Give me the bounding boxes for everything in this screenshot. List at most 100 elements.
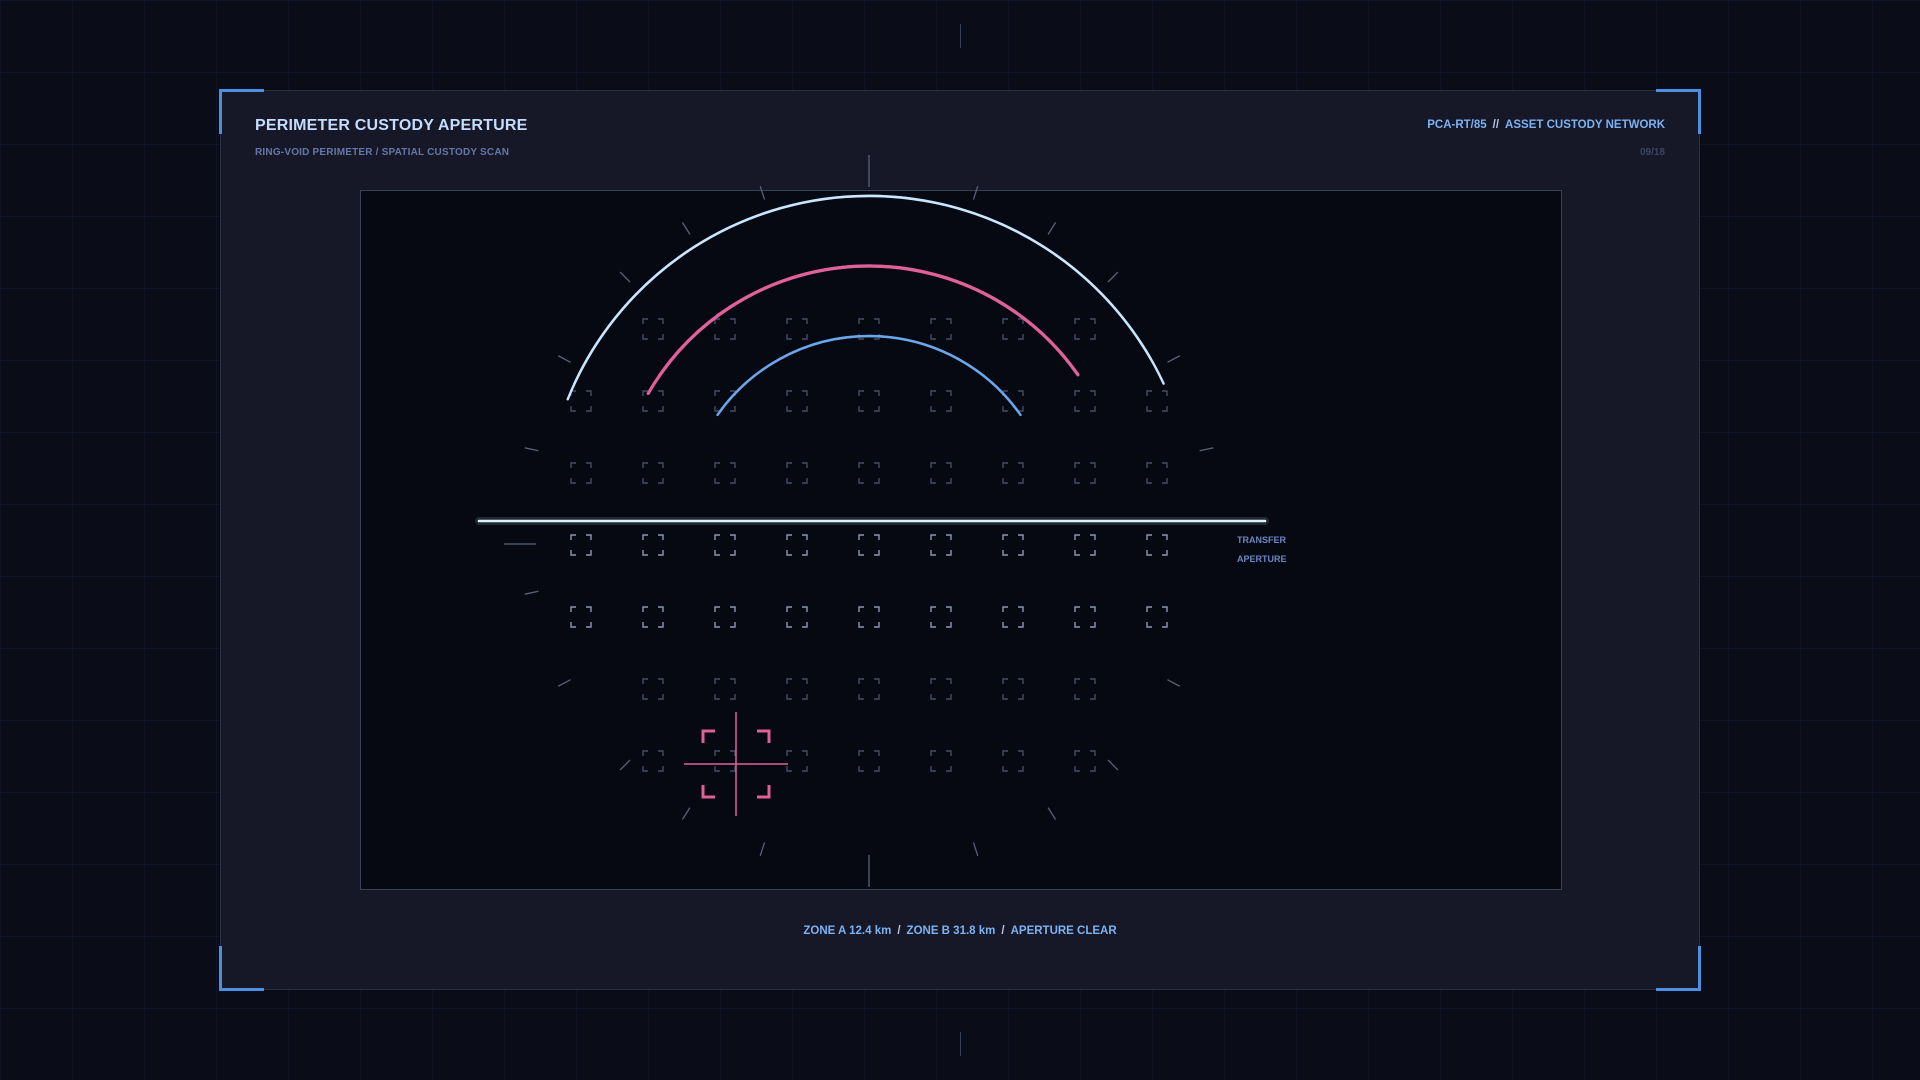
background-grid: PERIMETER CUSTODY APERTURE RING-VOID PER… [0, 0, 1920, 1080]
grid-marker-bracket [642, 750, 664, 772]
corner-bracket-bottom-left [219, 946, 264, 991]
grid-marker-bracket [930, 678, 952, 700]
grid-marker-bracket [714, 390, 736, 412]
middle-ring-lower-arc [646, 264, 1080, 396]
grid-marker-bracket [1002, 318, 1024, 340]
grid-marker-bracket [642, 606, 664, 628]
footer-separator-2: / [1001, 925, 1005, 937]
grid-marker-bracket [858, 750, 880, 772]
grid-marker-bracket [1146, 390, 1168, 412]
outer-ring-tick [1047, 807, 1057, 820]
outer-ring-tick [619, 759, 631, 771]
outer-ring-tick [759, 186, 766, 200]
grid-marker-bracket [1002, 606, 1024, 628]
outer-ring-tick [524, 447, 539, 452]
grid-marker-bracket [858, 390, 880, 412]
outer-ring-tick [1199, 447, 1214, 452]
grid-marker-bracket [714, 318, 736, 340]
grid-marker-bracket [714, 606, 736, 628]
grid-marker-bracket [570, 606, 592, 628]
grid-marker-bracket [1002, 534, 1024, 556]
ring-diagram [475, 155, 1269, 887]
top-center-tick [960, 24, 961, 48]
grid-marker-bracket [1074, 678, 1096, 700]
grid-marker-bracket [714, 750, 736, 772]
outer-ring-tick [681, 807, 691, 820]
grid-marker-bracket [1146, 534, 1168, 556]
zone-a-readout: ZONE A 12.4 km [803, 925, 892, 937]
grid-marker-bracket [1074, 318, 1096, 340]
outer-ring-tick [1047, 222, 1057, 235]
header-code: PCA-RT/85 [1427, 119, 1487, 131]
grid-marker-bracket [1074, 750, 1096, 772]
inner-ring-upper-arc [718, 334, 1020, 414]
outer-ring-tick [524, 590, 539, 595]
outer-ring-lower-arc [566, 194, 1152, 401]
grid-marker-bracket [786, 534, 808, 556]
grid-marker-bracket [858, 678, 880, 700]
outer-ring-tick [972, 186, 979, 200]
grid-marker-bracket [930, 390, 952, 412]
grid-marker-bracket [714, 678, 736, 700]
outer-ring-tick [557, 355, 571, 363]
outer-ring-tick [1107, 271, 1119, 283]
outer-ring-upper-arc [573, 194, 1165, 385]
grid-marker-bracket [1074, 390, 1096, 412]
grid-marker-bracket [1074, 462, 1096, 484]
bottom-center-tick [960, 1032, 961, 1056]
grid-marker-bracket [1002, 678, 1024, 700]
grid-marker-bracket [786, 678, 808, 700]
aperture-status: APERTURE CLEAR [1010, 925, 1117, 937]
grid-marker-bracket [1002, 390, 1024, 412]
grid-marker-bracket [570, 534, 592, 556]
outer-ring-tick [557, 679, 571, 687]
grid-marker-bracket [930, 750, 952, 772]
outer-ring-tick [1107, 759, 1119, 771]
grid-marker-bracket [1146, 462, 1168, 484]
outer-ring-tick [972, 842, 979, 856]
grid-marker-bracket [642, 534, 664, 556]
aperture-label-line2: APERTURE [1237, 554, 1287, 564]
grid-marker-bracket [786, 462, 808, 484]
grid-marker-bracket [786, 390, 808, 412]
grid-marker-bracket [642, 462, 664, 484]
grid-marker-bracket [1146, 606, 1168, 628]
inner-ring-lower-arc [716, 334, 1022, 417]
grid-marker-bracket [642, 318, 664, 340]
main-panel: PERIMETER CUSTODY APERTURE RING-VOID PER… [219, 89, 1701, 991]
grid-marker-bracket [858, 606, 880, 628]
outer-ring-tick [1167, 679, 1181, 687]
grid-marker-bracket [930, 534, 952, 556]
grid-marker-bracket [930, 606, 952, 628]
outer-ring-tick [759, 842, 766, 856]
outer-ring-tick [619, 271, 631, 283]
grid-marker-bracket [858, 462, 880, 484]
footer-status: ZONE A 12.4 km / ZONE B 31.8 km / APERTURE C… [221, 925, 1699, 937]
grid-marker-bracket [930, 462, 952, 484]
grid-marker-bracket [930, 318, 952, 340]
header-reference: PCA-RT/85 // ASSET CUSTODY NETWORK [1427, 119, 1665, 131]
grid-marker-bracket [858, 534, 880, 556]
outer-ring-tick [1167, 355, 1181, 363]
corner-bracket-bottom-right [1656, 946, 1701, 991]
grid-marker-bracket [1002, 462, 1024, 484]
zone-b-readout: ZONE B 31.8 km [906, 925, 996, 937]
page-number: 09/18 [1639, 147, 1665, 158]
grid-marker-bracket [1074, 534, 1096, 556]
outer-ring-tick [681, 222, 691, 235]
scan-viewport: TRANSFER APERTURE [360, 155, 1562, 890]
footer-separator-1: / [897, 925, 901, 937]
grid-marker-bracket [642, 678, 664, 700]
header-network: ASSET CUSTODY NETWORK [1505, 119, 1665, 131]
grid-marker-bracket [786, 318, 808, 340]
grid-marker-bracket [1002, 750, 1024, 772]
grid-marker-bracket [714, 462, 736, 484]
grid-marker-bracket [714, 534, 736, 556]
header-separator: // [1492, 119, 1500, 131]
grid-marker-bracket [642, 390, 664, 412]
grid-marker-bracket [570, 390, 592, 412]
aperture-label-line1: TRANSFER [1237, 535, 1286, 545]
grid-marker-bracket [570, 462, 592, 484]
page-subtitle: RING-VOID PERIMETER / SPATIAL CUSTODY SC… [255, 147, 510, 158]
grid-marker-bracket [786, 606, 808, 628]
